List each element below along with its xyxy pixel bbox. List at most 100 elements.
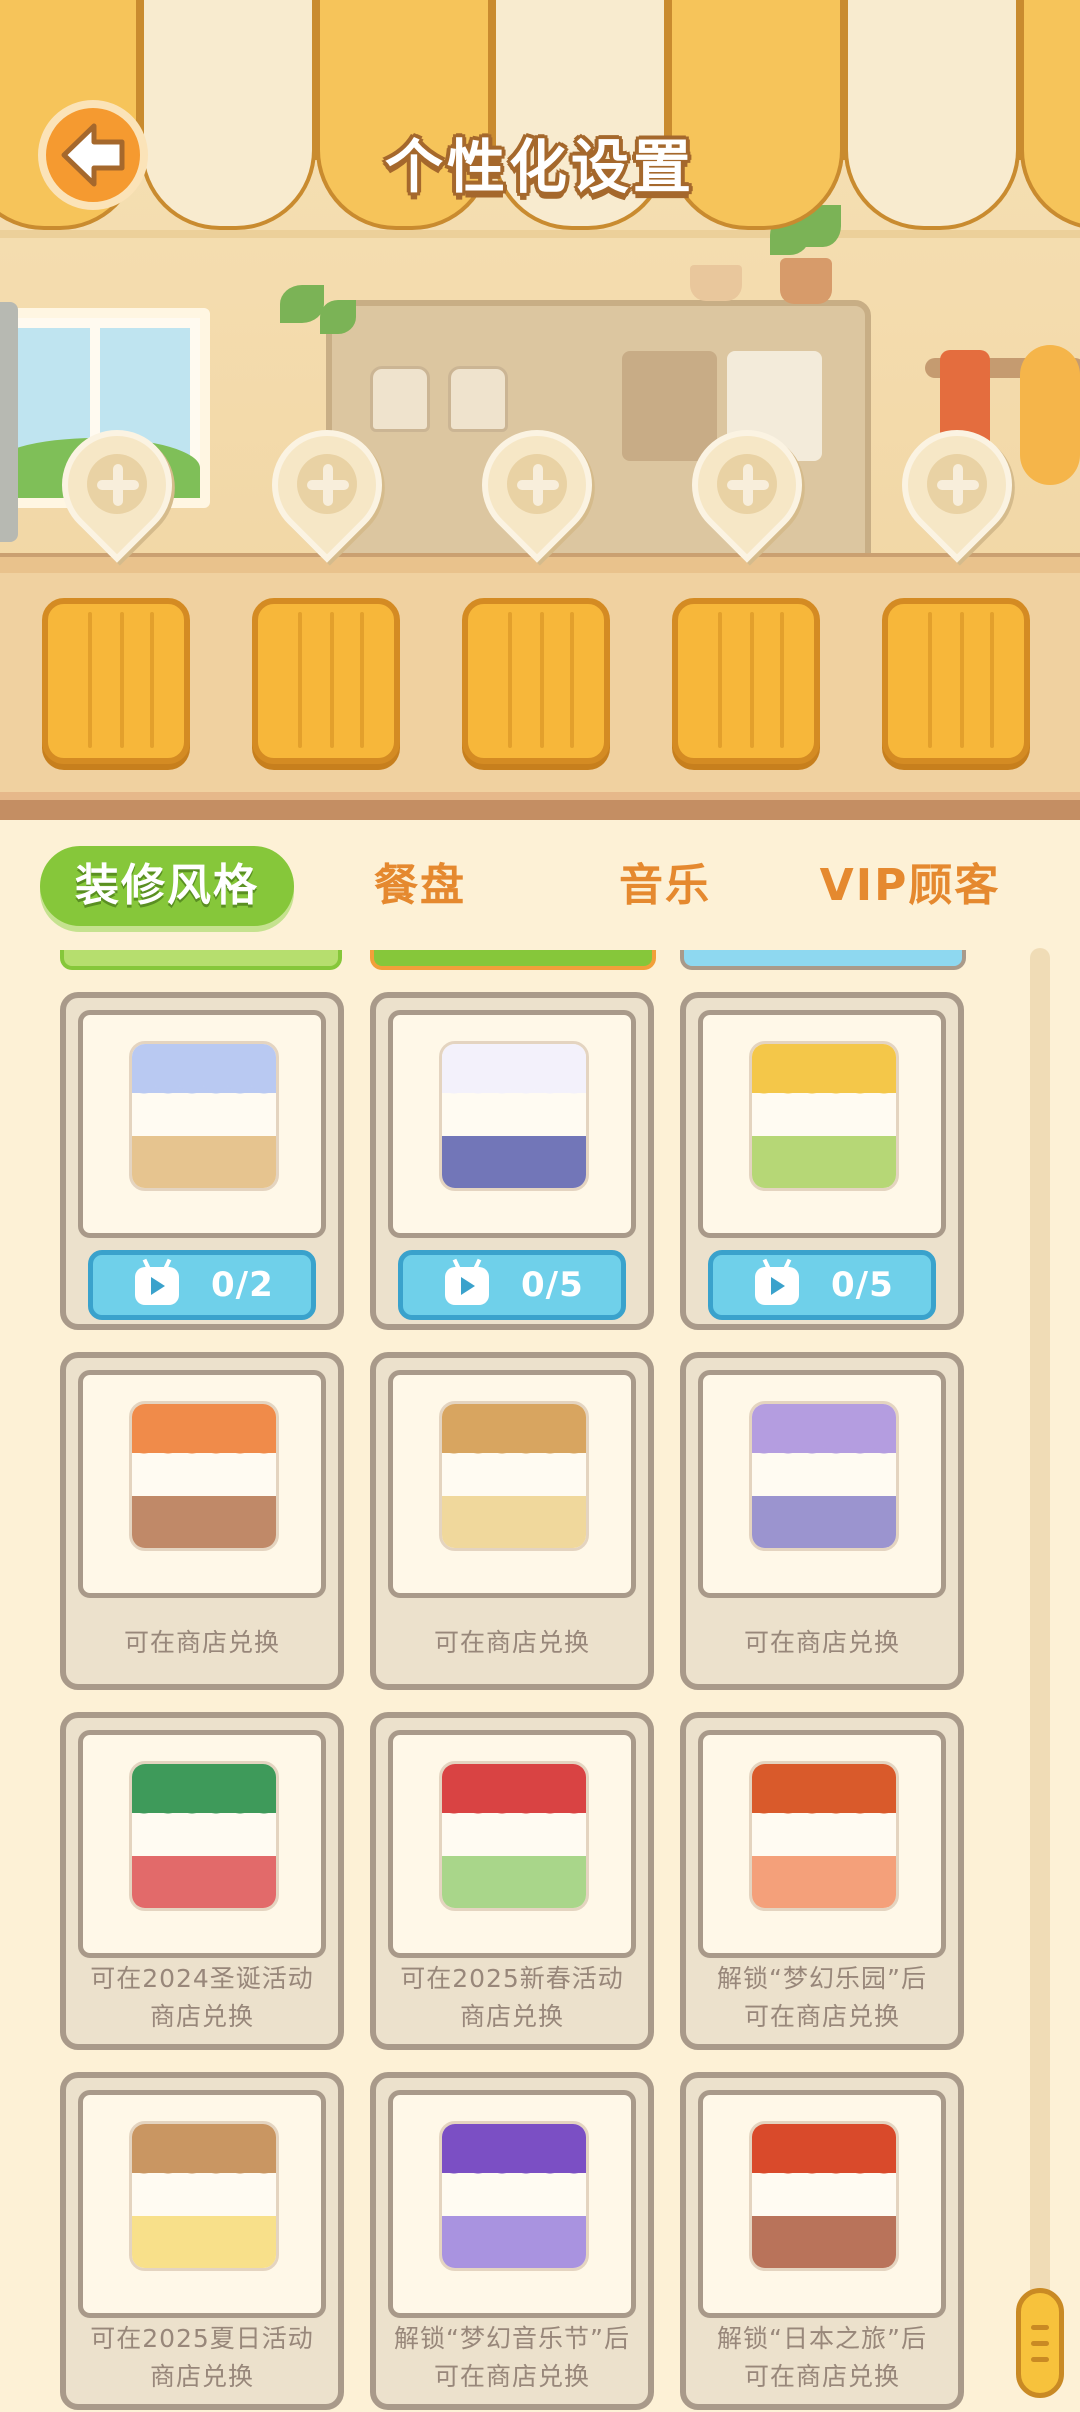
seat-stool[interactable] xyxy=(42,598,190,764)
plus-icon xyxy=(927,454,987,514)
add-decoration-slot[interactable] xyxy=(39,407,195,563)
plus-icon xyxy=(507,454,567,514)
video-ad-icon xyxy=(755,1258,799,1305)
leaf-icon xyxy=(320,300,356,334)
watch-ad-button[interactable]: 0/5 xyxy=(398,1250,626,1320)
style-card[interactable]: 解锁“梦幻音乐节”后 可在商店兑换 xyxy=(370,2072,654,2410)
tab-vip-customer[interactable]: VIP顾客 xyxy=(800,846,1020,926)
awning-scallop xyxy=(1020,150,1080,230)
awning-stripe xyxy=(140,0,316,160)
unlock-condition-text: 解锁“梦幻音乐节”后 可在商店兑换 xyxy=(394,2324,630,2391)
style-preview-image xyxy=(439,2121,589,2271)
style-card-frame xyxy=(388,1370,636,1598)
style-preview-image xyxy=(129,1761,279,1911)
style-card-frame xyxy=(698,1010,946,1238)
cafe-scene: 个性化设置 xyxy=(0,0,1080,820)
seat-stool[interactable] xyxy=(462,598,610,764)
style-card[interactable]: 可在2025新春活动 商店兑换 xyxy=(370,1712,654,2050)
plus-icon xyxy=(717,454,777,514)
style-card-frame xyxy=(388,1730,636,1958)
style-card[interactable]: 解锁“日本之旅”后 可在商店兑换 xyxy=(680,2072,964,2410)
unlock-condition-text: 可在2024圣诞活动 商店兑换 xyxy=(90,1964,314,2031)
style-card[interactable]: 0/5 xyxy=(680,992,964,1330)
style-preview-image xyxy=(129,1401,279,1551)
style-card-frame xyxy=(698,1730,946,1958)
unlock-condition-text: 可在商店兑换 xyxy=(433,1628,590,1657)
awning-scallop xyxy=(140,150,316,230)
watch-ad-button[interactable]: 0/5 xyxy=(708,1250,936,1320)
category-tabs: 装修风格 餐盘 音乐 VIP顾客 xyxy=(0,820,1080,940)
style-card-frame xyxy=(698,1370,946,1598)
unlock-condition-text: 解锁“梦幻乐园”后 可在商店兑换 xyxy=(717,1964,927,2031)
scrollbar-track[interactable] xyxy=(1030,948,1050,2388)
add-decoration-slot[interactable] xyxy=(249,407,405,563)
style-card[interactable]: 0/5 xyxy=(370,992,654,1330)
style-card-frame xyxy=(388,2090,636,2318)
style-grid: 0/2 0/5 0/5 可在商店兑换 可在商店兑换 可在商店兑换可在2024圣诞活动 商店… xyxy=(0,940,1030,2412)
previous-row-edge xyxy=(60,950,342,970)
previous-row-edge xyxy=(370,950,656,970)
awning-scallop xyxy=(844,150,1020,230)
style-preview-image xyxy=(439,1761,589,1911)
style-card[interactable]: 可在商店兑换 xyxy=(370,1352,654,1690)
back-button[interactable] xyxy=(38,100,148,210)
mug-icon xyxy=(690,265,742,301)
counter-edge xyxy=(0,792,1080,820)
unlock-condition-text: 可在商店兑换 xyxy=(743,1628,900,1657)
wall-stripe xyxy=(0,230,1080,238)
style-preview-image xyxy=(439,1401,589,1551)
video-ad-icon xyxy=(135,1258,179,1305)
style-preview-image xyxy=(129,1041,279,1191)
watch-ad-button[interactable]: 0/2 xyxy=(88,1250,316,1320)
tab-plates[interactable]: 餐盘 xyxy=(340,846,500,926)
cup-icon xyxy=(370,366,430,432)
style-card-frame xyxy=(78,1010,326,1238)
side-drawer-handle[interactable] xyxy=(0,302,18,542)
ad-progress-count: 0/5 xyxy=(521,1265,584,1305)
style-card[interactable]: 0/2 xyxy=(60,992,344,1330)
ladle-icon xyxy=(1020,345,1080,485)
style-card[interactable]: 可在2024圣诞活动 商店兑换 xyxy=(60,1712,344,2050)
style-preview-image xyxy=(749,1401,899,1551)
style-card[interactable]: 可在商店兑换 xyxy=(680,1352,964,1690)
ad-progress-count: 0/5 xyxy=(831,1265,894,1305)
style-card[interactable]: 可在商店兑换 xyxy=(60,1352,344,1690)
unlock-condition-text: 解锁“日本之旅”后 可在商店兑换 xyxy=(717,2324,927,2391)
unlock-condition-text: 可在2025新春活动 商店兑换 xyxy=(400,1964,624,2031)
previous-row-edge xyxy=(680,950,966,970)
add-decoration-slot[interactable] xyxy=(879,407,1035,563)
style-card-frame xyxy=(388,1010,636,1238)
style-preview-image xyxy=(749,1041,899,1191)
awning-stripe xyxy=(844,0,1020,160)
leaf-icon xyxy=(280,285,324,323)
style-card-frame xyxy=(78,1730,326,1958)
page-title: 个性化设置 xyxy=(384,133,695,201)
style-preview-image xyxy=(439,1041,589,1191)
tab-decor-style[interactable]: 装修风格 xyxy=(40,846,294,926)
scrollbar-thumb[interactable] xyxy=(1016,2288,1064,2398)
seat-stool[interactable] xyxy=(252,598,400,764)
ad-progress-count: 0/2 xyxy=(211,1265,274,1305)
plant-pot-icon xyxy=(780,258,832,304)
unlock-condition-text: 可在商店兑换 xyxy=(123,1628,280,1657)
plus-icon xyxy=(297,454,357,514)
style-card-frame xyxy=(78,1370,326,1598)
style-preview-image xyxy=(749,2121,899,2271)
unlock-condition-text: 可在2025夏日活动 商店兑换 xyxy=(90,2324,314,2391)
style-card-frame xyxy=(698,2090,946,2318)
style-preview-image xyxy=(749,1761,899,1911)
style-card[interactable]: 可在2025夏日活动 商店兑换 xyxy=(60,2072,344,2410)
style-card-frame xyxy=(78,2090,326,2318)
plus-icon xyxy=(87,454,147,514)
style-card[interactable]: 解锁“梦幻乐园”后 可在商店兑换 xyxy=(680,1712,964,2050)
seat-stool[interactable] xyxy=(672,598,820,764)
style-preview-image xyxy=(129,2121,279,2271)
tab-music[interactable]: 音乐 xyxy=(585,846,745,926)
arrow-left-icon xyxy=(61,123,125,187)
add-decoration-slot[interactable] xyxy=(459,407,615,563)
video-ad-icon xyxy=(445,1258,489,1305)
add-decoration-slot[interactable] xyxy=(669,407,825,563)
awning-stripe xyxy=(1020,0,1080,160)
seat-stool[interactable] xyxy=(882,598,1030,764)
cup-icon xyxy=(448,366,508,432)
